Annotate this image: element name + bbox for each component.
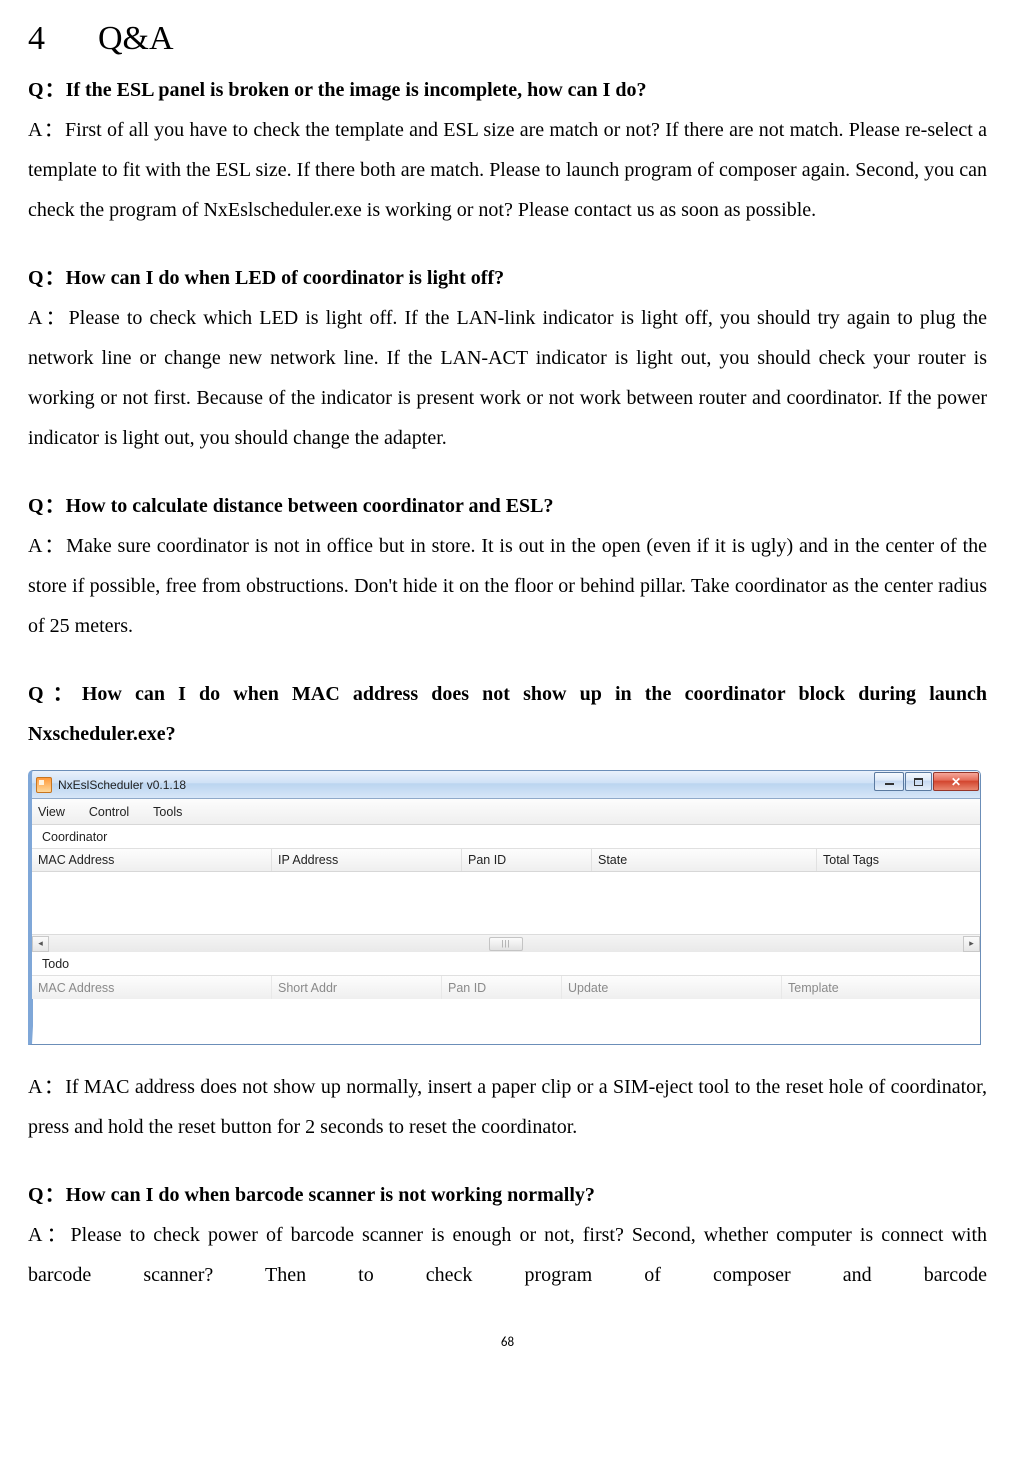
question: Q：How can I do when LED of coordinator i… <box>28 258 987 298</box>
maximize-icon <box>914 778 923 786</box>
fade-overlay <box>32 1026 980 1044</box>
qa-item: Q：How can I do when barcode scanner is n… <box>28 1175 987 1295</box>
col-pan-id-2[interactable]: Pan ID <box>442 976 562 999</box>
qa-item: Q：If the ESL panel is broken or the imag… <box>28 70 987 230</box>
maximize-button[interactable] <box>905 772 932 791</box>
page-number: 68 <box>28 1335 987 1350</box>
section-number: 4 <box>28 20 98 58</box>
menubar: View Control Tools <box>32 799 980 825</box>
menu-tools[interactable]: Tools <box>153 805 182 819</box>
window-titlebar[interactable]: NxEslScheduler v0.1.18 ✕ <box>32 771 980 799</box>
todo-columns: MAC Address Short Addr Pan ID Update Tem… <box>32 975 980 999</box>
answer: A：If MAC address does not show up normal… <box>28 1067 987 1147</box>
minimize-button[interactable] <box>874 772 904 791</box>
close-icon: ✕ <box>951 775 961 789</box>
close-button[interactable]: ✕ <box>933 772 979 791</box>
col-short-addr[interactable]: Short Addr <box>272 976 442 999</box>
horizontal-scrollbar[interactable]: ◂ ||| ▸ <box>32 934 980 952</box>
qa-item: A：If MAC address does not show up normal… <box>28 1067 987 1147</box>
coordinator-columns: MAC Address IP Address Pan ID State Tota… <box>32 848 980 872</box>
question: Q：How can I do when barcode scanner is n… <box>28 1175 987 1215</box>
todo-group-label: Todo <box>32 952 980 975</box>
col-mac-address[interactable]: MAC Address <box>32 849 272 871</box>
scroll-thumb[interactable]: ||| <box>489 937 523 951</box>
client-area: Coordinator MAC Address IP Address Pan I… <box>32 825 980 999</box>
answer: A：Please to check which LED is light off… <box>28 298 987 458</box>
question: Q：If the ESL panel is broken or the imag… <box>28 70 987 110</box>
col-update[interactable]: Update <box>562 976 782 999</box>
section-heading: 4Q&A <box>28 20 987 58</box>
col-state[interactable]: State <box>592 849 817 871</box>
scroll-right-button[interactable]: ▸ <box>963 936 980 952</box>
qa-item: Q：How can I do when LED of coordinator i… <box>28 258 987 458</box>
scroll-left-button[interactable]: ◂ <box>32 936 49 952</box>
window-title: NxEslScheduler v0.1.18 <box>58 778 186 792</box>
col-pan-id[interactable]: Pan ID <box>462 849 592 871</box>
menu-control[interactable]: Control <box>89 805 129 819</box>
answer: A：Make sure coordinator is not in office… <box>28 526 987 646</box>
window-controls: ✕ <box>873 772 979 791</box>
col-total-tags[interactable]: Total Tags <box>817 849 980 871</box>
col-template[interactable]: Template <box>782 976 980 999</box>
answer: A：First of all you have to check the tem… <box>28 110 987 230</box>
minimize-icon <box>885 783 894 785</box>
menu-view[interactable]: View <box>38 805 65 819</box>
coordinator-grid-body[interactable] <box>32 872 980 934</box>
qa-item: Q：How to calculate distance between coor… <box>28 486 987 646</box>
section-title: Q&A <box>98 20 174 57</box>
question: Q：How to calculate distance between coor… <box>28 486 987 526</box>
col-mac-address-2[interactable]: MAC Address <box>32 976 272 999</box>
answer: A：Please to check power of barcode scann… <box>28 1215 987 1295</box>
app-window: NxEslScheduler v0.1.18 ✕ View Control To… <box>28 770 981 1045</box>
app-icon <box>36 777 52 793</box>
coordinator-group-label: Coordinator <box>32 825 980 848</box>
question: Q：How can I do when MAC address does not… <box>28 674 987 754</box>
col-ip-address[interactable]: IP Address <box>272 849 462 871</box>
